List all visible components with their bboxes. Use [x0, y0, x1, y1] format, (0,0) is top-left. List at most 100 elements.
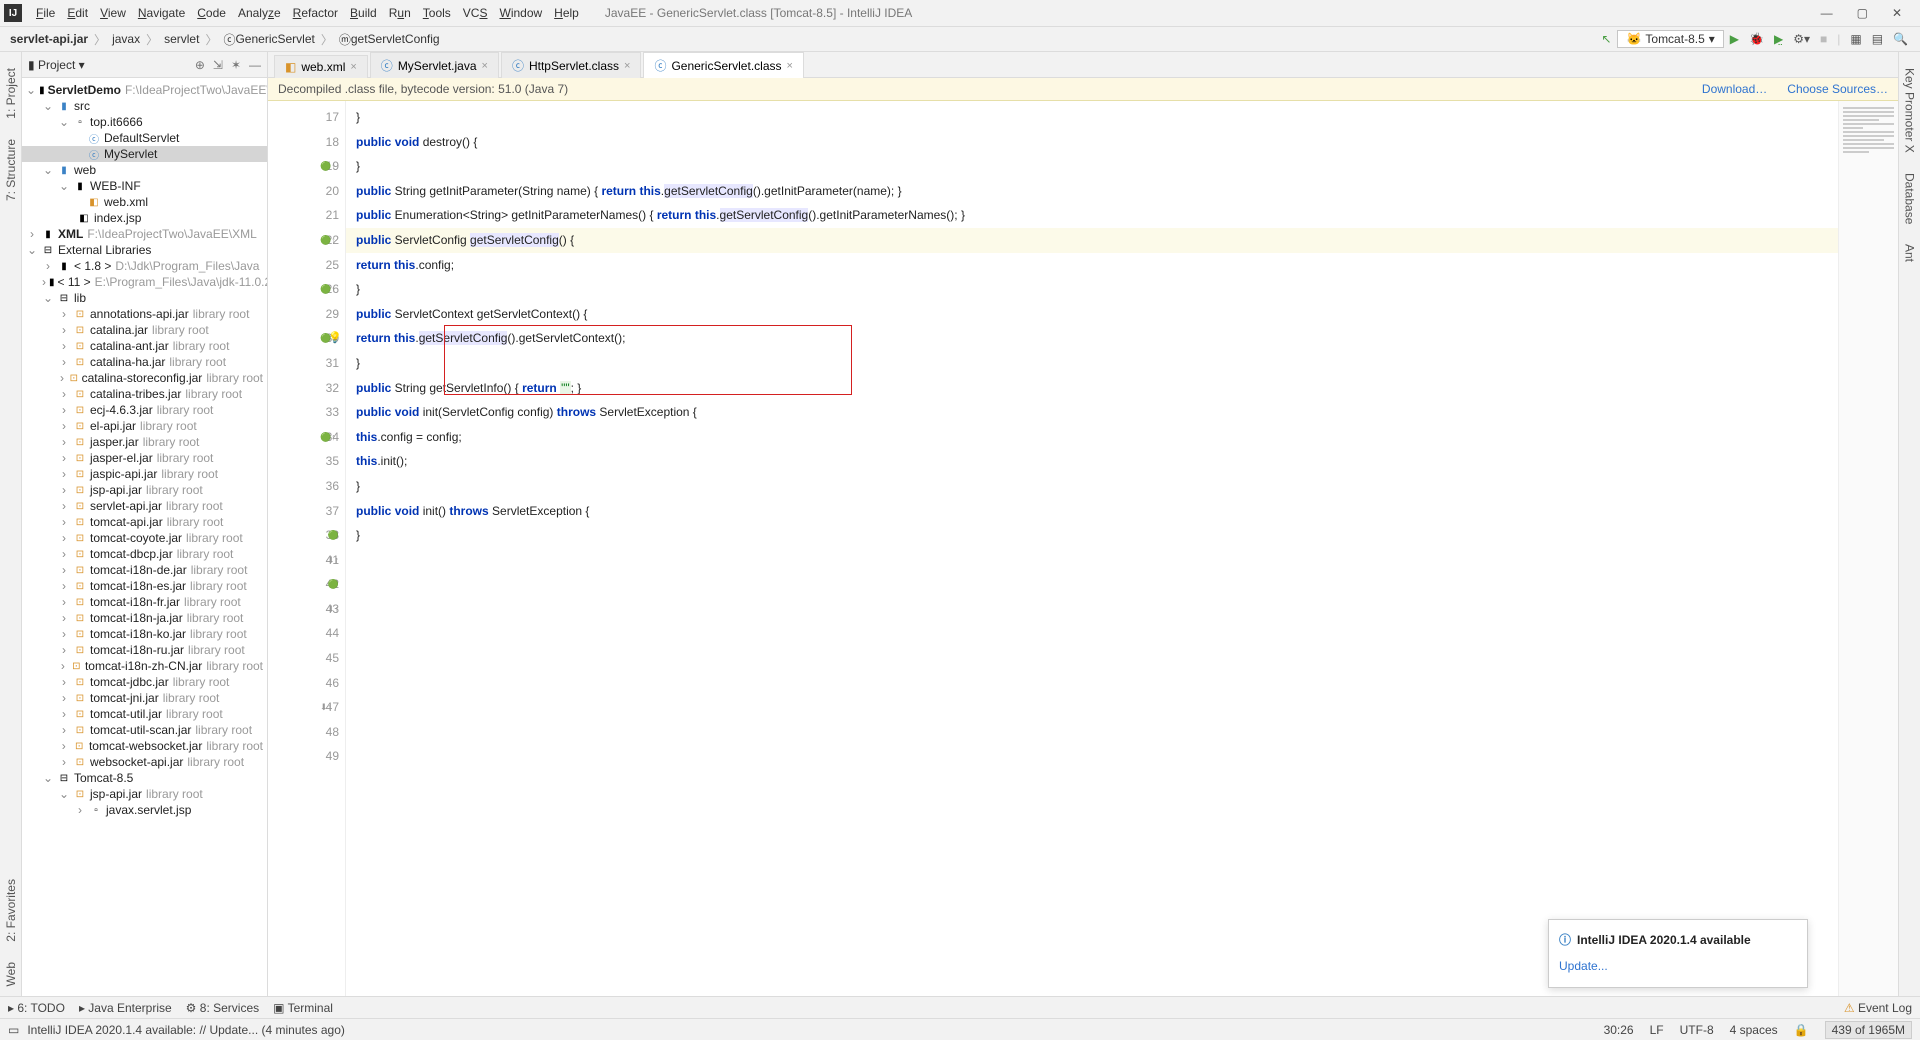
tree-lib-item[interactable]: ›⊡tomcat-i18n-zh-CN.jarlibrary root [22, 658, 267, 674]
toolwindow-ant[interactable]: Ant [1903, 244, 1917, 262]
tree-lib-item[interactable]: ›⊡tomcat-websocket.jarlibrary root [22, 738, 267, 754]
caret-position[interactable]: 30:26 [1604, 1023, 1634, 1037]
close-tab-icon[interactable]: × [787, 60, 793, 72]
tree-myservlet[interactable]: ⓒMyServlet [22, 146, 267, 162]
intention-bulb-icon[interactable]: 💡 [328, 326, 342, 351]
tree-lib-item[interactable]: ›⊡jasper.jarlibrary root [22, 434, 267, 450]
project-tree[interactable]: ⌄▮ServletDemoF:\IdeaProjectTwo\JavaEE\Se… [22, 78, 267, 996]
crumb-class[interactable]: ⓒ GenericServlet [219, 31, 318, 48]
menu-help[interactable]: Help [548, 6, 585, 20]
toolwindow-todo[interactable]: ▸ 6: TODO [8, 1001, 65, 1015]
toolwindow-javaee[interactable]: ▸ Java Enterprise [79, 1001, 172, 1015]
tree-lib-item[interactable]: ›⊡tomcat-util-scan.jarlibrary root [22, 722, 267, 738]
tree-lib-item[interactable]: ›⊡el-api.jarlibrary root [22, 418, 267, 434]
tree-lib-item[interactable]: ›⊡catalina-storeconfig.jarlibrary root [22, 370, 267, 386]
tree-lib-item[interactable]: ›⊡tomcat-jdbc.jarlibrary root [22, 674, 267, 690]
tree-lib-item[interactable]: ›⊡tomcat-api.jarlibrary root [22, 514, 267, 530]
coverage-icon[interactable]: ▶̤ [1774, 32, 1783, 46]
tree-lib-item[interactable]: ›⊡tomcat-i18n-fr.jarlibrary root [22, 594, 267, 610]
stop-icon[interactable]: ■ [1820, 32, 1827, 46]
toolwindow-services[interactable]: ⚙ 8: Services [186, 1001, 259, 1015]
download-sources-link[interactable]: Download… [1702, 82, 1767, 96]
toolwindow-structure[interactable]: 7: Structure [4, 139, 18, 201]
tree-lib-item[interactable]: ›⊡tomcat-dbcp.jarlibrary root [22, 546, 267, 562]
readonly-icon[interactable]: 🔒 [1794, 1023, 1809, 1037]
crumb-pkg1[interactable]: javax [108, 32, 144, 46]
tree-lib-item[interactable]: ›⊡tomcat-i18n-es.jarlibrary root [22, 578, 267, 594]
menu-code[interactable]: Code [191, 6, 232, 20]
crumb-pkg2[interactable]: servlet [160, 32, 203, 46]
memory-indicator[interactable]: 439 of 1965M [1825, 1021, 1912, 1039]
run-config-selector[interactable]: 🐱 Tomcat-8.5 ▾ [1617, 30, 1723, 48]
toolwindow-web[interactable]: Web [4, 962, 18, 986]
tree-lib-item[interactable]: ›⊡jasper-el.jarlibrary root [22, 450, 267, 466]
tree-lib-item[interactable]: ›⊡annotations-api.jarlibrary root [22, 306, 267, 322]
tab-webxml[interactable]: ◧web.xml× [274, 55, 368, 78]
project-selector[interactable]: ▮ Project ▾ [28, 58, 85, 72]
tree-lib-item[interactable]: ›⊡tomcat-i18n-ja.jarlibrary root [22, 610, 267, 626]
line-numbers[interactable]: 171819🟢↑202122🟢↑2526🟢↑2930🟢↑31323334🟢↑35… [268, 101, 346, 996]
line-separator[interactable]: LF [1650, 1023, 1664, 1037]
toolwindow-keypromoter[interactable]: Key Promoter X [1903, 68, 1917, 153]
tree-lib-item[interactable]: ›⊡jaspic-api.jarlibrary root [22, 466, 267, 482]
code-editor[interactable]: } public void destroy() { } public Strin… [346, 101, 1838, 996]
menu-file[interactable]: FFileile [30, 6, 61, 20]
hide-icon[interactable]: — [249, 58, 261, 72]
collapse-icon[interactable]: ✶ [231, 58, 241, 72]
menu-edit[interactable]: Edit [61, 6, 94, 20]
search-everywhere-icon[interactable]: 🔍 [1893, 32, 1908, 46]
crumb-jar[interactable]: servlet-api.jar [6, 32, 92, 46]
menu-view[interactable]: View [94, 6, 132, 20]
tree-lib-item[interactable]: ›⊡catalina.jarlibrary root [22, 322, 267, 338]
toolwindow-terminal[interactable]: ▣ Terminal [273, 1001, 333, 1015]
debug-icon[interactable]: 🐞 [1749, 32, 1764, 46]
menu-refactor[interactable]: Refactor [287, 6, 344, 20]
tree-lib-item[interactable]: ›⊡servlet-api.jarlibrary root [22, 498, 267, 514]
menu-vcs[interactable]: VCS [457, 6, 494, 20]
indent-setting[interactable]: 4 spaces [1730, 1023, 1778, 1037]
toolwindow-favorites[interactable]: 2: Favorites [4, 879, 18, 942]
crumb-method[interactable]: ⓜ getServletConfig [335, 31, 444, 48]
menu-tools[interactable]: Tools [417, 6, 457, 20]
toolwindow-project[interactable]: 1: Project [4, 68, 18, 119]
close-tab-icon[interactable]: × [482, 60, 488, 72]
tab-myservlet[interactable]: ⓒMyServlet.java× [370, 52, 499, 78]
tab-genericservlet[interactable]: ⓒGenericServlet.class× [643, 52, 804, 78]
maximize-icon[interactable]: ▢ [1857, 6, 1868, 20]
expand-all-icon[interactable]: ⇲ [213, 58, 223, 72]
tree-lib-item[interactable]: ›⊡tomcat-coyote.jarlibrary root [22, 530, 267, 546]
menu-window[interactable]: Window [493, 6, 548, 20]
menu-run[interactable]: Run [383, 6, 417, 20]
select-opened-icon[interactable]: ⊕ [195, 58, 205, 72]
profile-icon[interactable]: ⚙▾ [1793, 32, 1810, 46]
close-tab-icon[interactable]: × [624, 60, 630, 72]
tree-lib-item[interactable]: ›⊡catalina-ant.jarlibrary root [22, 338, 267, 354]
file-encoding[interactable]: UTF-8 [1680, 1023, 1714, 1037]
status-quick-actions[interactable]: ▭ [8, 1023, 19, 1037]
tab-httpservlet[interactable]: ⓒHttpServlet.class× [501, 52, 641, 78]
event-log[interactable]: ⚠ Event Log [1844, 1001, 1912, 1015]
tree-lib-item[interactable]: ›⊡tomcat-jni.jarlibrary root [22, 690, 267, 706]
project-structure-icon[interactable]: ▦ [1850, 32, 1861, 46]
toolwindow-database[interactable]: Database [1903, 173, 1917, 224]
tree-lib-item[interactable]: ›⊡jsp-api.jarlibrary root [22, 482, 267, 498]
choose-sources-link[interactable]: Choose Sources… [1787, 82, 1888, 96]
run-icon[interactable]: ▶ [1730, 32, 1739, 46]
tree-lib-item[interactable]: ›⊡catalina-ha.jarlibrary root [22, 354, 267, 370]
tree-lib-item[interactable]: ›⊡tomcat-util.jarlibrary root [22, 706, 267, 722]
tree-lib-item[interactable]: ›⊡tomcat-i18n-de.jarlibrary root [22, 562, 267, 578]
back-arrow-icon[interactable]: ↖ [1601, 32, 1611, 46]
tree-lib-item[interactable]: ›⊡catalina-tribes.jarlibrary root [22, 386, 267, 402]
minimap[interactable] [1838, 101, 1898, 996]
tree-lib-item[interactable]: ›⊡tomcat-i18n-ko.jarlibrary root [22, 626, 267, 642]
tree-lib-item[interactable]: ›⊡websocket-api.jarlibrary root [22, 754, 267, 770]
minimize-icon[interactable]: — [1821, 6, 1833, 20]
close-tab-icon[interactable]: × [350, 61, 356, 73]
close-icon[interactable]: ✕ [1892, 6, 1902, 20]
menu-navigate[interactable]: Navigate [132, 6, 191, 20]
tree-lib-item[interactable]: ›⊡tomcat-i18n-ru.jarlibrary root [22, 642, 267, 658]
settings-icon[interactable]: ▤ [1872, 32, 1883, 46]
update-link[interactable]: Update... [1559, 954, 1797, 979]
menu-analyze[interactable]: Analyze [232, 6, 287, 20]
tree-lib-item[interactable]: ›⊡ecj-4.6.3.jarlibrary root [22, 402, 267, 418]
